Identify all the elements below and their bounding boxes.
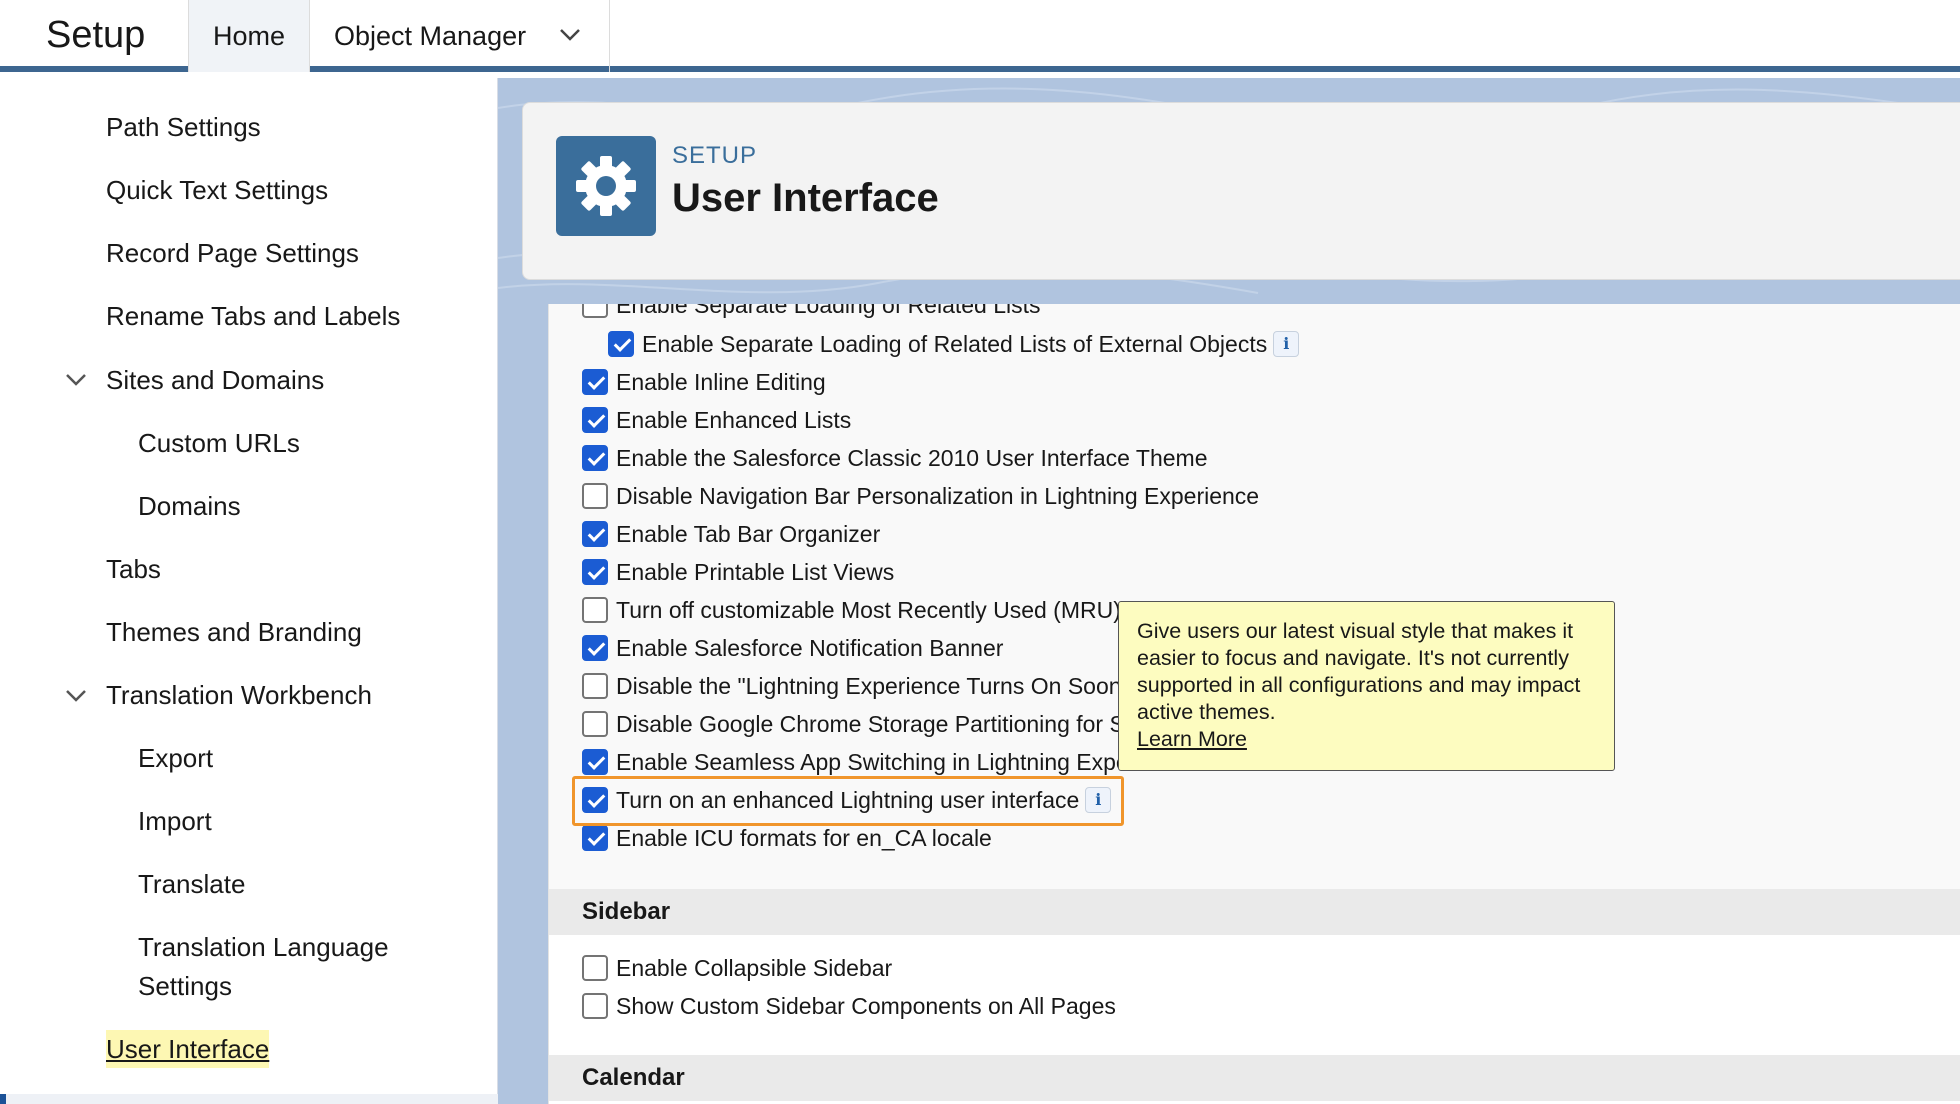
checkbox[interactable] bbox=[582, 304, 608, 318]
setting-separate-related-lists[interactable]: Enable Separate Loading of Related Lists bbox=[582, 304, 1041, 322]
checkbox[interactable] bbox=[582, 749, 608, 775]
sidebar-selected-bg bbox=[0, 1094, 498, 1104]
checkbox[interactable] bbox=[582, 825, 608, 851]
setting-disable-lex-turns-on-soon[interactable]: Disable the "Lightning Experience Turns … bbox=[582, 669, 1130, 703]
page-title: User Interface bbox=[672, 176, 939, 220]
checkbox[interactable] bbox=[582, 993, 608, 1019]
setting-custom-sidebar-components[interactable]: Show Custom Sidebar Components on All Pa… bbox=[582, 989, 1116, 1023]
sidebar-item-import[interactable]: Import bbox=[138, 802, 212, 840]
section-sidebar-heading: Sidebar bbox=[549, 889, 1960, 935]
sidebar-item-themes-and-branding[interactable]: Themes and Branding bbox=[106, 613, 362, 651]
checkbox[interactable] bbox=[582, 597, 608, 623]
tab-home[interactable]: Home bbox=[188, 0, 310, 72]
checkbox[interactable] bbox=[582, 369, 608, 395]
top-bar: Setup Home Object Manager bbox=[0, 0, 1960, 72]
setting-label: Enable Printable List Views bbox=[616, 558, 895, 585]
app-name: Setup bbox=[46, 14, 146, 56]
setting-label: Disable Navigation Bar Personalization i… bbox=[616, 482, 1260, 509]
chevron-down-icon[interactable] bbox=[559, 28, 581, 42]
sidebar-item-tabs[interactable]: Tabs bbox=[106, 550, 161, 588]
sidebar-item-translation-workbench[interactable]: Translation Workbench bbox=[106, 676, 372, 714]
setup-header-icon-box bbox=[556, 136, 656, 236]
setting-turn-off-mru[interactable]: Turn off customizable Most Recently Used… bbox=[582, 593, 1121, 627]
sidebar-item-path-settings[interactable]: Path Settings bbox=[106, 108, 261, 146]
setting-disable-chrome-storage-partitioning[interactable]: Disable Google Chrome Storage Partitioni… bbox=[582, 707, 1125, 741]
info-tooltip: Give users our latest visual style that … bbox=[1118, 601, 1615, 771]
setting-label: Enable Inline Editing bbox=[616, 368, 826, 395]
sidebar-item-translation-language-settings[interactable]: Translation Language bbox=[138, 928, 389, 966]
sidebar-item-record-page-settings[interactable]: Record Page Settings bbox=[106, 234, 359, 272]
setting-separate-related-lists-external[interactable]: Enable Separate Loading of Related Lists… bbox=[608, 327, 1300, 361]
sidebar-item-rename-tabs-and-labels[interactable]: Rename Tabs and Labels bbox=[106, 297, 400, 335]
page-kicker: SETUP bbox=[672, 142, 758, 169]
tab-object-manager[interactable]: Object Manager bbox=[310, 0, 610, 72]
setting-label: Turn off customizable Most Recently Used… bbox=[616, 596, 1121, 623]
tooltip-text: Give users our latest visual style that … bbox=[1137, 619, 1581, 724]
setting-enhanced-lists[interactable]: Enable Enhanced Lists bbox=[582, 403, 851, 437]
sidebar-item-export[interactable]: Export bbox=[138, 739, 213, 777]
checkbox[interactable] bbox=[582, 559, 608, 585]
setting-label: Disable Google Chrome Storage Partitioni… bbox=[616, 710, 1125, 737]
checkbox[interactable] bbox=[582, 407, 608, 433]
setting-label: Enable Tab Bar Organizer bbox=[616, 520, 881, 547]
setting-tab-bar-organizer[interactable]: Enable Tab Bar Organizer bbox=[582, 517, 880, 551]
setting-label: Enable Separate Loading of Related Lists bbox=[616, 304, 1041, 318]
checkbox[interactable] bbox=[582, 445, 608, 471]
checkbox[interactable] bbox=[582, 635, 608, 661]
info-icon[interactable]: i bbox=[1273, 331, 1300, 357]
setting-label: Disable the "Lightning Experience Turns … bbox=[616, 672, 1130, 699]
checkbox[interactable] bbox=[608, 331, 634, 357]
checkbox[interactable] bbox=[582, 521, 608, 547]
checkbox[interactable] bbox=[582, 955, 608, 981]
sidebar-item-translation-language-settings-2[interactable]: Settings bbox=[138, 967, 232, 1005]
sidebar-item-custom-urls[interactable]: Custom URLs bbox=[138, 424, 300, 462]
gear-icon bbox=[576, 156, 636, 216]
setting-label: Show Custom Sidebar Components on All Pa… bbox=[616, 992, 1116, 1019]
setting-disable-nav-personalization[interactable]: Disable Navigation Bar Personalization i… bbox=[582, 479, 1259, 513]
chevron-down-icon[interactable] bbox=[64, 368, 88, 392]
setting-classic-2010-theme[interactable]: Enable the Salesforce Classic 2010 User … bbox=[582, 441, 1208, 475]
sidebar-item-quick-text-settings[interactable]: Quick Text Settings bbox=[106, 171, 328, 209]
section-calendar-heading: Calendar bbox=[549, 1055, 1960, 1101]
setting-seamless-app-switching[interactable]: Enable Seamless App Switching in Lightni… bbox=[582, 745, 1129, 779]
checkbox[interactable] bbox=[582, 711, 608, 737]
setting-label: Enable Salesforce Notification Banner bbox=[616, 634, 1004, 661]
setting-collapsible-sidebar[interactable]: Enable Collapsible Sidebar bbox=[582, 951, 892, 985]
chevron-down-icon[interactable] bbox=[64, 684, 88, 708]
sidebar-item-translate[interactable]: Translate bbox=[138, 865, 245, 903]
tab-object-manager-label: Object Manager bbox=[334, 21, 527, 51]
setting-notification-banner[interactable]: Enable Salesforce Notification Banner bbox=[582, 631, 1003, 665]
setting-label: Enable Enhanced Lists bbox=[616, 406, 852, 433]
setting-inline-editing[interactable]: Enable Inline Editing bbox=[582, 365, 826, 399]
sidebar-item-user-interface[interactable]: User Interface bbox=[106, 1030, 270, 1068]
setting-label: Enable Seamless App Switching in Lightni… bbox=[616, 748, 1129, 775]
learn-more-link[interactable]: Learn More bbox=[1137, 727, 1247, 751]
setting-printable-list-views[interactable]: Enable Printable List Views bbox=[582, 555, 894, 589]
checkbox[interactable] bbox=[582, 673, 608, 699]
setting-label: Enable Separate Loading of Related Lists… bbox=[642, 330, 1268, 357]
highlight-annotation bbox=[572, 776, 1124, 826]
setting-label: Enable ICU formats for en_CA locale bbox=[616, 824, 992, 851]
setting-icu-formats[interactable]: Enable ICU formats for en_CA locale bbox=[582, 821, 992, 855]
sidebar-item-domains[interactable]: Domains bbox=[138, 487, 241, 525]
checkbox[interactable] bbox=[582, 483, 608, 509]
setting-label: Enable the Salesforce Classic 2010 User … bbox=[616, 444, 1208, 471]
sidebar-item-sites-and-domains[interactable]: Sites and Domains bbox=[106, 361, 324, 399]
setting-label: Enable Collapsible Sidebar bbox=[616, 954, 893, 981]
